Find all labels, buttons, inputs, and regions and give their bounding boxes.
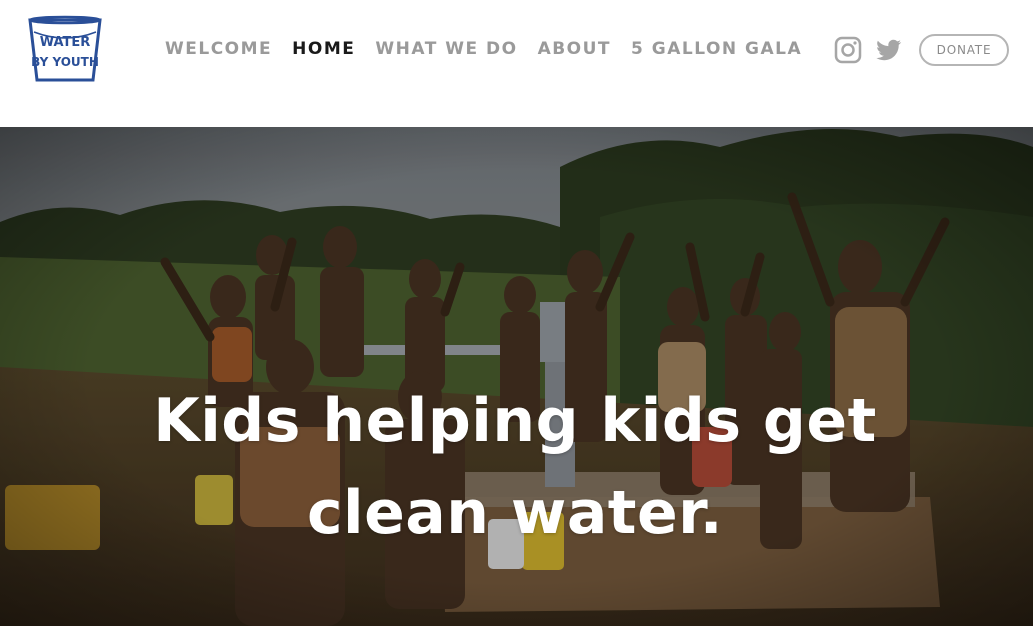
hero-section: Kids helping kids get clean water. xyxy=(0,127,1033,626)
nav-what-we-do[interactable]: WHAT WE DO xyxy=(375,39,517,59)
site-logo[interactable]: WATER BY YOUTH xyxy=(26,14,104,84)
instagram-icon[interactable] xyxy=(834,36,862,64)
site-header: WATER BY YOUTH WELCOME HOME WHAT WE DO A… xyxy=(0,0,1033,127)
donate-button[interactable]: DONATE xyxy=(919,34,1009,66)
logo-line2: BY YOUTH xyxy=(31,55,99,69)
nav-home[interactable]: HOME xyxy=(292,39,355,59)
twitter-icon[interactable] xyxy=(874,36,902,64)
main-nav: WELCOME HOME WHAT WE DO ABOUT 5 GALLON G… xyxy=(165,37,802,61)
logo-line1: WATER xyxy=(40,35,91,50)
nav-5-gallon-gala[interactable]: 5 GALLON GALA xyxy=(631,39,802,59)
social-links xyxy=(834,36,914,64)
hero-title: Kids helping kids get clean water. xyxy=(153,386,877,548)
nav-welcome[interactable]: WELCOME xyxy=(165,39,272,59)
nav-about[interactable]: ABOUT xyxy=(538,39,611,59)
bucket-logo-icon: WATER BY YOUTH xyxy=(28,15,102,82)
